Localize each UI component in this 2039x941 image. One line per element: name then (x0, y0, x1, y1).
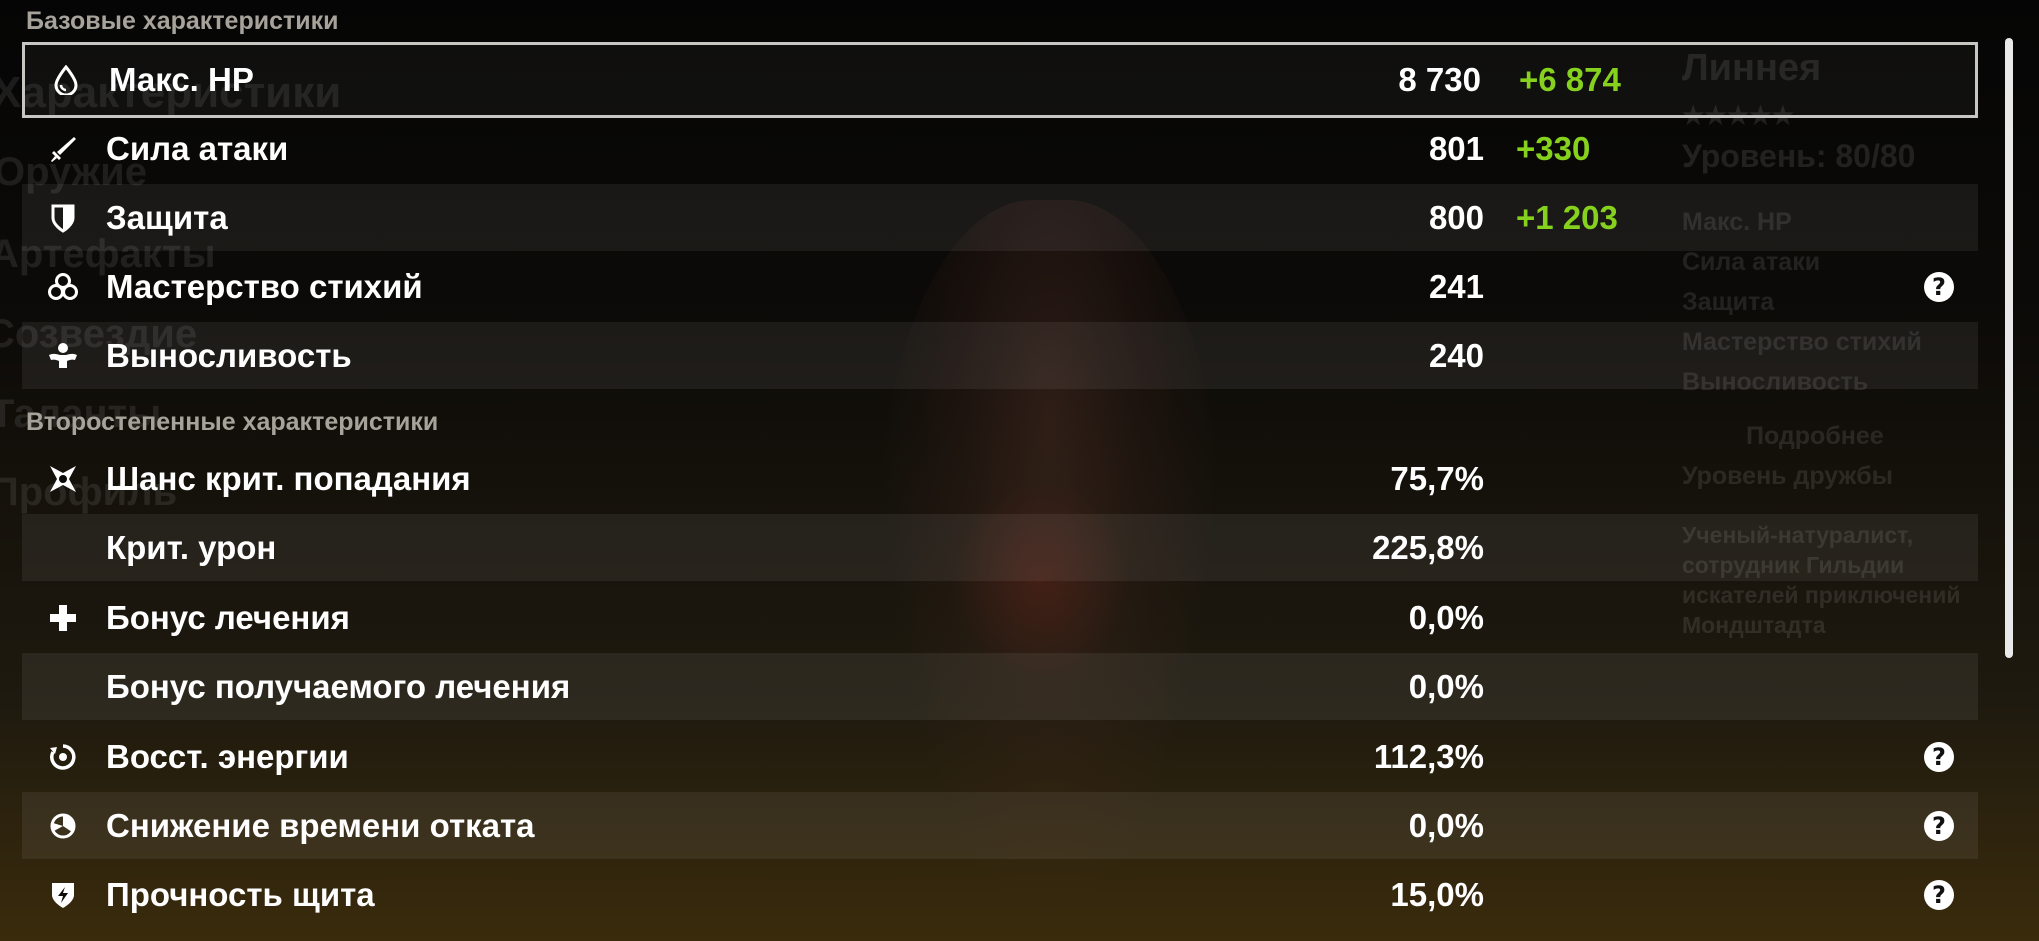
stat-row-cooldown-reduction[interactable]: Снижение времени отката 0,0% ? (22, 792, 1978, 859)
stat-label: Прочность щита (106, 875, 375, 913)
stat-value: 800 (1428, 198, 1484, 236)
hp-drop-icon (49, 63, 83, 97)
stat-label: Бонус получаемого лечения (106, 667, 571, 705)
shield-icon (46, 201, 80, 235)
stat-row-stamina[interactable]: Выносливость 240 (22, 322, 1978, 389)
stat-value: 225,8% (1372, 528, 1484, 566)
sword-icon (46, 132, 80, 166)
stat-row-elemental-mastery[interactable]: Мастерство стихий 241 ? (22, 253, 1978, 320)
stat-bonus: +330 (1516, 129, 1591, 167)
stat-label: Восст. энергии (106, 737, 349, 775)
stat-row-healing-bonus[interactable]: Бонус лечения 0,0% (22, 584, 1978, 651)
stat-label: Макс. HP (109, 61, 254, 98)
stat-label: Бонус лечения (106, 598, 350, 636)
stat-row-defense[interactable]: Защита 800 +1 203 (22, 184, 1978, 251)
stat-row-crit-rate[interactable]: Шанс крит. попадания 75,7% (22, 445, 1978, 512)
stat-row-incoming-healing-bonus[interactable]: Бонус получаемого лечения 0,0% (22, 653, 1978, 720)
stat-label: Снижение времени отката (106, 806, 535, 844)
shield-strength-icon (46, 878, 80, 912)
help-icon[interactable]: ? (1924, 741, 1954, 772)
stat-label: Сила атаки (106, 129, 289, 167)
cooldown-icon (46, 809, 80, 843)
help-icon[interactable]: ? (1924, 879, 1954, 910)
energy-recharge-icon (46, 740, 80, 774)
crit-icon (46, 462, 80, 496)
stat-bonus: +1 203 (1516, 198, 1618, 236)
stat-value: 241 (1428, 267, 1484, 305)
stat-label: Выносливость (106, 336, 352, 374)
stat-label: Крит. урон (106, 528, 277, 566)
stat-row-attack[interactable]: Сила атаки 801 +330 (22, 115, 1978, 182)
elemental-mastery-icon (46, 270, 80, 304)
stat-value: 75,7% (1390, 459, 1484, 497)
healing-cross-icon (46, 601, 80, 635)
stat-value: 0,0% (1408, 667, 1484, 705)
base-stats-title: Базовые характеристики (26, 7, 339, 35)
stat-value: 240 (1428, 336, 1484, 374)
stat-row-shield-strength[interactable]: Прочность щита 15,0% ? (22, 861, 1978, 928)
stat-value: 15,0% (1390, 875, 1484, 913)
stat-value: 112,3% (1373, 737, 1484, 775)
stats-overlay: Базовые характеристики Макс. HP 8 730 +6… (0, 0, 2039, 941)
stamina-icon (46, 339, 80, 373)
stat-label: Защита (106, 198, 228, 236)
secondary-stats-title: Второстепенные характеристики (26, 408, 439, 436)
help-icon[interactable]: ? (1924, 810, 1954, 841)
stat-label: Шанс крит. попадания (106, 459, 471, 497)
stat-value: 0,0% (1408, 806, 1484, 844)
stat-row-crit-damage[interactable]: Крит. урон 225,8% (22, 514, 1978, 581)
stat-bonus: +6 874 (1519, 61, 1621, 98)
stat-value: 8 730 (1398, 61, 1481, 98)
stat-label: Мастерство стихий (106, 267, 423, 305)
stat-row-energy-recharge[interactable]: Восст. энергии 112,3% ? (22, 723, 1978, 790)
stat-value: 801 (1428, 129, 1484, 167)
help-icon[interactable]: ? (1924, 271, 1954, 302)
stat-value: 0,0% (1408, 598, 1484, 636)
stat-row-max-hp[interactable]: Макс. HP 8 730 +6 874 (22, 42, 1978, 118)
scrollbar[interactable] (2005, 38, 2013, 658)
